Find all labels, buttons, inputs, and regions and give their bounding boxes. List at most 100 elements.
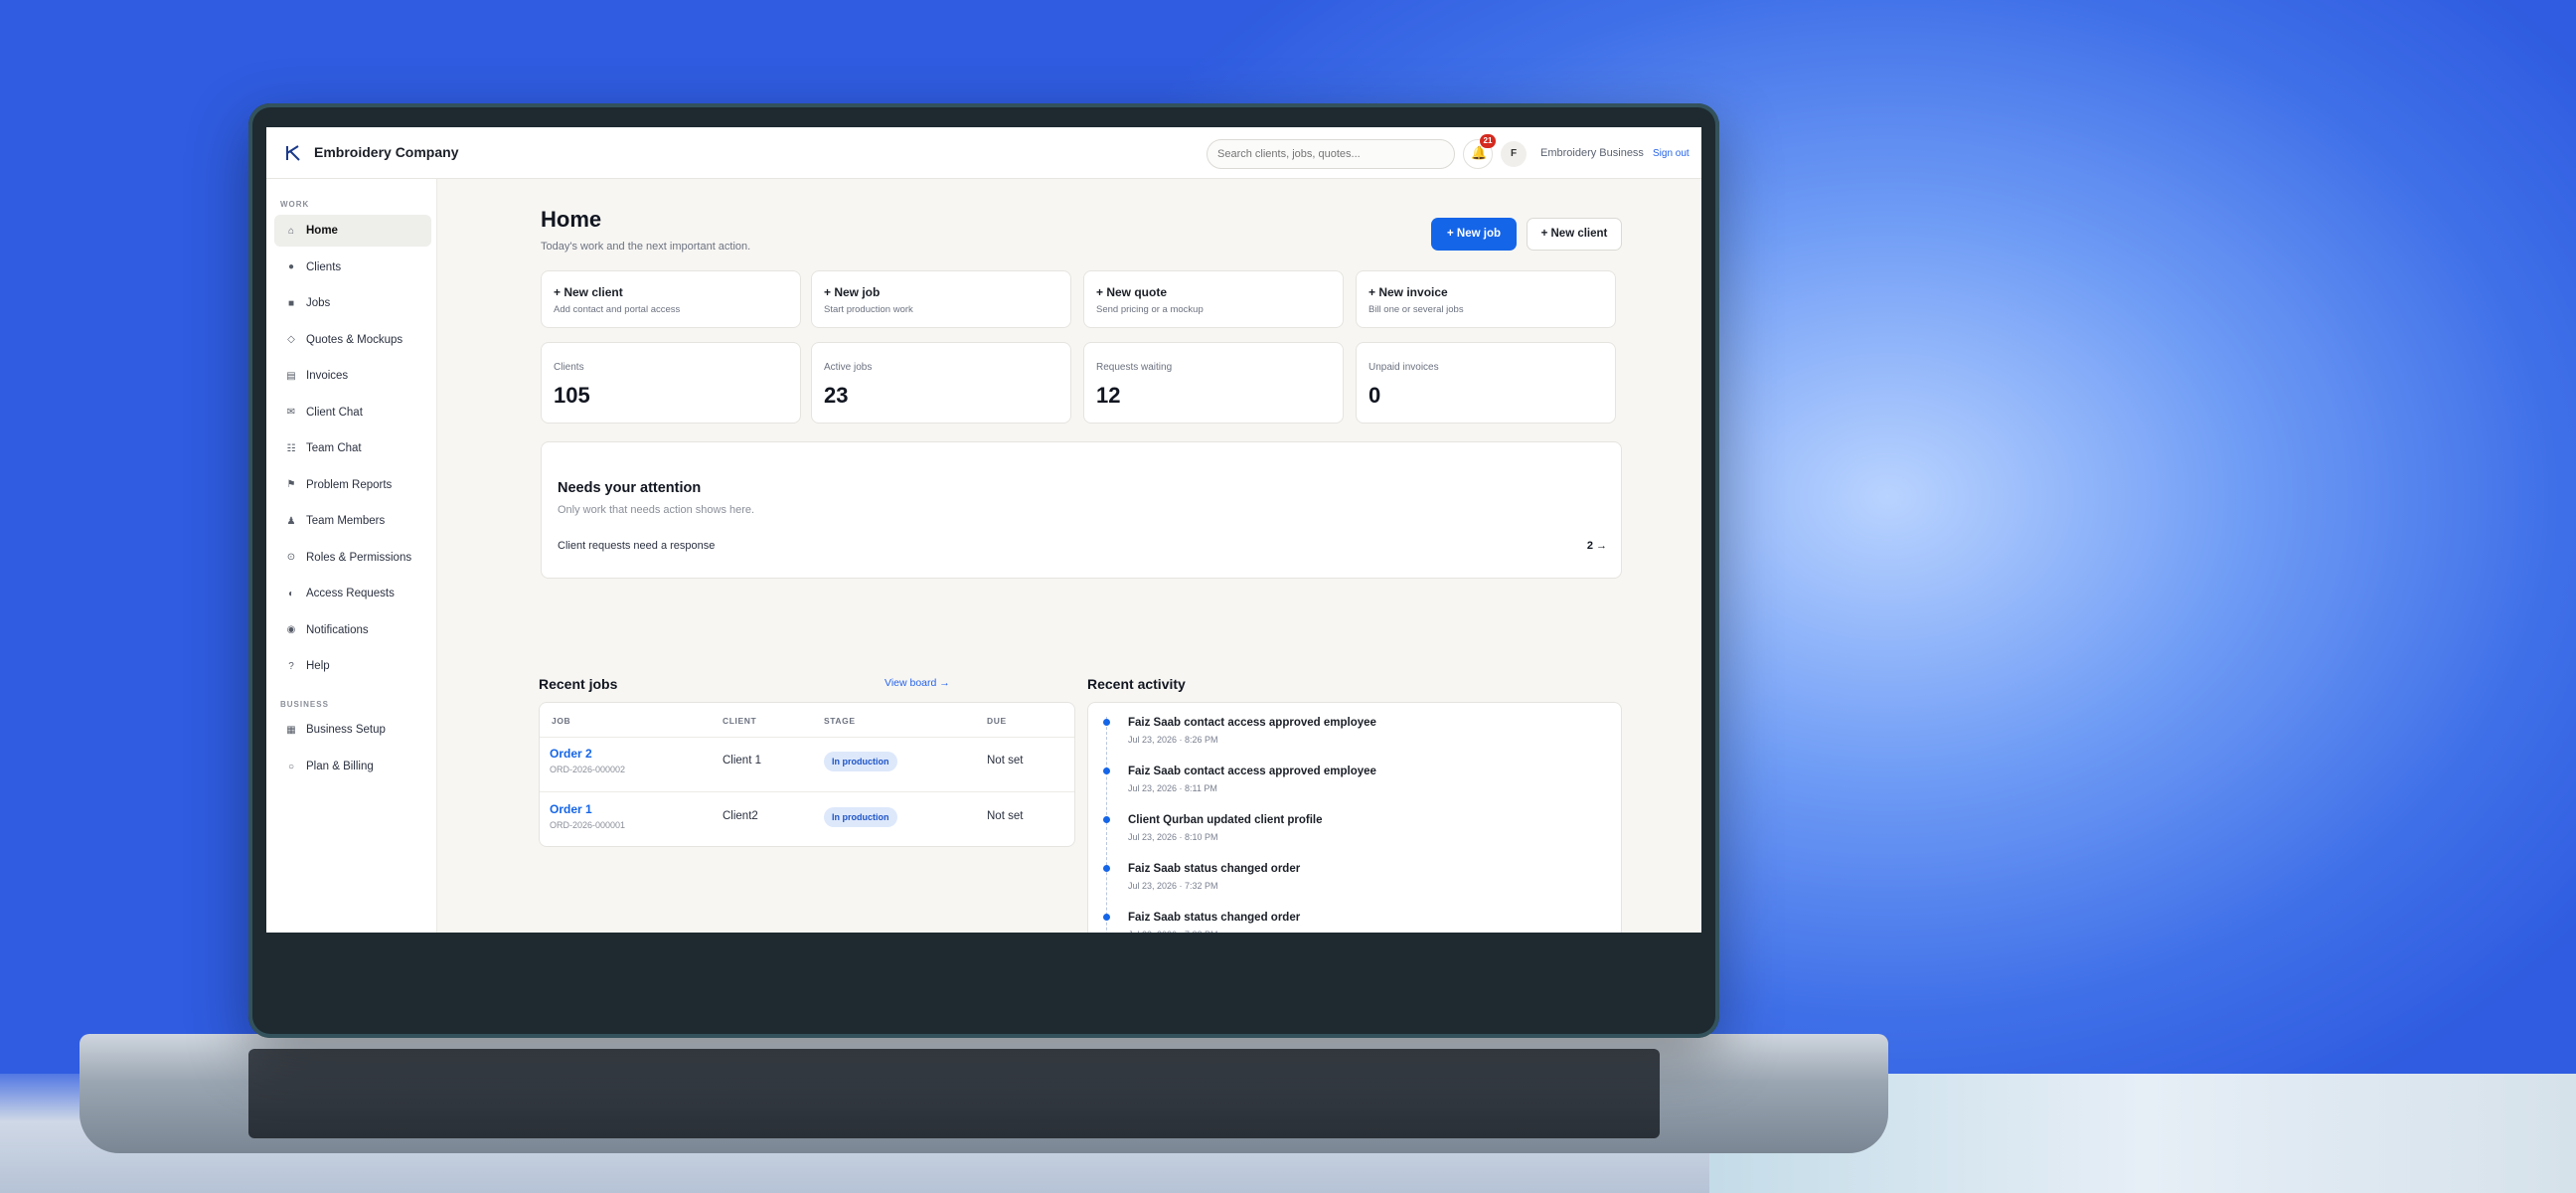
quick-action-new-invoice[interactable]: + New invoice Bill one or several jobs [1356,270,1616,328]
sidebar-item-team-chat[interactable]: ☷ Team Chat [274,432,431,464]
stat-value: 12 [1096,383,1121,408]
home-icon: ⌂ [287,225,295,237]
attention-subtitle: Only work that needs action shows here. [558,504,755,516]
main-content: Home Today's work and the next important… [437,179,1701,933]
quick-action-subtitle: Send pricing or a mockup [1096,304,1204,315]
clients-icon: ● [287,261,295,272]
sidebar-item-label: Home [306,225,338,237]
stat-card-clients[interactable]: Clients 105 [541,342,801,424]
sidebar-item-label: Roles & Permissions [306,551,412,564]
recent-activity-panel: Faiz Saab contact access approved employ… [1087,702,1622,933]
sidebar-item-help[interactable]: ? Help [274,650,431,682]
job-due: Not set [987,810,1024,822]
timeline-dot-icon [1103,865,1110,872]
sidebar-item-problem-reports[interactable]: ⚑ Problem Reports [274,469,431,501]
page-title: Home [541,207,602,232]
notifications-button[interactable]: 🔔 21 [1463,134,1496,169]
stat-value: 105 [554,383,590,408]
stat-card-unpaid-invoices[interactable]: Unpaid invoices 0 [1356,342,1616,424]
sidebar-item-label: Notifications [306,623,369,636]
sign-out-link[interactable]: Sign out [1653,148,1690,159]
quick-action-new-quote[interactable]: + New quote Send pricing or a mockup [1083,270,1344,328]
status-badge: In production [824,807,897,827]
activity-time: Jul 23, 2026 · 8:10 PM [1128,832,1218,842]
sidebar-item-home[interactable]: ⌂ Home [274,215,431,247]
job-code: ORD-2026-000002 [550,765,626,774]
quick-action-title: + New invoice [1368,285,1448,299]
column-header-client: CLIENT [723,716,757,726]
quick-action-title: + New quote [1096,285,1168,299]
sidebar-section-business: BUSINESS [280,700,329,709]
sidebar-item-label: Quotes & Mockups [306,333,403,346]
activity-time: Jul 23, 2026 · 8:26 PM [1128,735,1218,745]
access-icon: ◐ [287,588,295,599]
view-board-link[interactable]: View board → [885,677,950,689]
job-link[interactable]: Order 1 [550,802,592,816]
search-input[interactable] [1207,139,1455,169]
sidebar-item-team-members[interactable]: ♟ Team Members [274,505,431,537]
stat-label: Unpaid invoices [1368,362,1439,373]
job-link[interactable]: Order 2 [550,747,592,761]
attention-row-count[interactable]: 2 → [1587,540,1607,552]
recent-activity-title: Recent activity [1087,676,1186,692]
page-subtitle: Today's work and the next important acti… [541,241,751,253]
stat-card-requests-waiting[interactable]: Requests waiting 12 [1083,342,1344,424]
sidebar-item-label: Business Setup [306,724,386,736]
attention-panel: Needs your attention Only work that need… [541,441,1622,579]
avatar[interactable]: F [1501,141,1527,167]
sidebar-item-business-setup[interactable]: ▦ Business Setup [274,714,431,746]
sidebar-item-clients[interactable]: ● Clients [274,252,431,283]
timeline-dot-icon [1103,914,1110,921]
job-client: Client 1 [723,755,761,767]
sidebar-item-label: Clients [306,260,342,273]
stat-label: Requests waiting [1096,362,1173,373]
activity-text: Faiz Saab status changed order [1128,863,1301,875]
sidebar-item-notifications[interactable]: ◉ Notifications [274,614,431,646]
sidebar: WORK ⌂ Home ● Clients ■ Jobs ◇ Quotes & Mockups… [266,179,437,933]
quick-action-new-client[interactable]: + New client Add contact and portal acce… [541,270,801,328]
stat-label: Clients [554,362,584,373]
jobs-icon: ■ [287,297,295,309]
column-header-stage: STAGE [824,716,856,726]
flag-icon: ⚑ [286,479,296,490]
sidebar-item-label: Help [306,660,330,672]
table-divider [540,737,1074,738]
timeline-dot-icon [1103,719,1110,726]
roles-icon: ⊙ [286,552,296,563]
status-badge: In production [824,752,897,771]
sidebar-item-label: Access Requests [306,588,395,599]
client-chat-icon: ✉ [286,407,296,418]
business-setup-icon: ▦ [286,724,296,736]
job-code: ORD-2026-000001 [550,820,626,830]
sidebar-item-label: Client Chat [306,406,363,419]
activity-time: Jul 23, 2026 · 7:32 PM [1128,881,1218,891]
sidebar-item-label: Problem Reports [306,478,393,491]
laptop-keyboard [248,1049,1660,1138]
timeline-dot-icon [1103,767,1110,774]
app-window: Embroidery Company 🔔 21 F Embroidery Bus… [266,127,1701,933]
sidebar-item-plan-billing[interactable]: ○ Plan & Billing [274,751,431,782]
sidebar-item-jobs[interactable]: ■ Jobs [274,287,431,319]
attention-row-label[interactable]: Client requests need a response [558,540,715,552]
stat-card-active-jobs[interactable]: Active jobs 23 [811,342,1071,424]
activity-time: Jul 23, 2026 · 8:11 PM [1128,783,1217,793]
sidebar-item-invoices[interactable]: ▤ Invoices [274,360,431,392]
notifications-icon: ◉ [286,624,296,635]
quick-action-subtitle: Add contact and portal access [554,304,681,315]
sidebar-item-roles-permissions[interactable]: ⊙ Roles & Permissions [274,542,431,574]
sidebar-item-label: Jobs [306,297,331,309]
team-chat-icon: ☷ [286,442,296,454]
new-job-button[interactable]: + New job [1431,218,1517,251]
top-bar: Embroidery Company 🔔 21 F Embroidery Bus… [266,127,1701,179]
quick-action-new-job[interactable]: + New job Start production work [811,270,1071,328]
billing-icon: ○ [287,761,295,772]
timeline-dot-icon [1103,816,1110,823]
sidebar-item-label: Team Chat [306,442,362,454]
new-client-button[interactable]: + New client [1527,218,1622,251]
business-name: Embroidery Business [1540,147,1644,159]
brand-name: Embroidery Company [314,144,459,160]
sidebar-item-client-chat[interactable]: ✉ Client Chat [274,397,431,428]
sidebar-item-quotes-mockups[interactable]: ◇ Quotes & Mockups [274,324,431,356]
table-divider [540,791,1074,792]
sidebar-item-access-requests[interactable]: ◐ Access Requests [274,578,431,609]
